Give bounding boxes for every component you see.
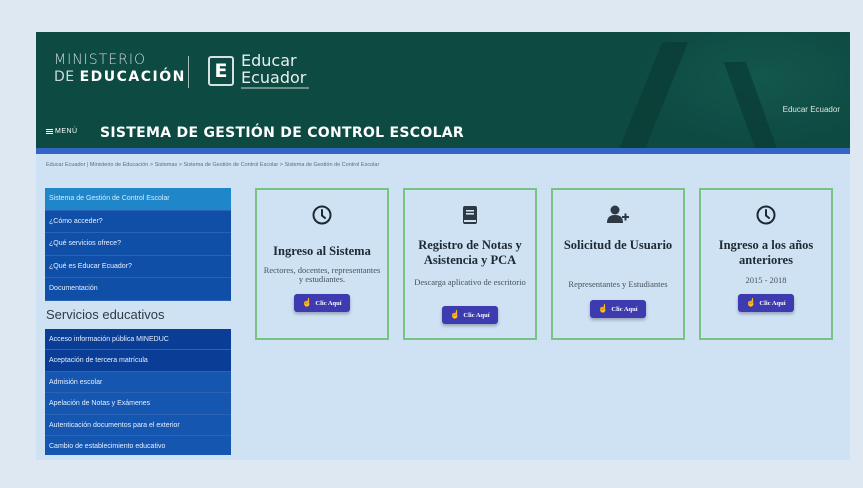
sidebar-item-documentacion[interactable]: Documentación (45, 278, 231, 301)
card-title: Registro de Notas y Asistencia y PCA (418, 238, 522, 267)
card-solicitud-usuario: Solicitud de Usuario Representantes y Es… (551, 188, 685, 340)
logo-divider (188, 56, 189, 88)
hand-pointer-icon: ☝ (450, 310, 461, 319)
site-header: MINISTERIO DE EDUCACIÓN E Educar Ecuador… (36, 32, 850, 148)
educar-ecuador-logo[interactable]: Educar Ecuador (241, 52, 309, 89)
page: MINISTERIO DE EDUCACIÓN E Educar Ecuador… (36, 32, 850, 460)
card-description: Descarga aplicativo de escritorio (414, 277, 526, 287)
sidebar-item-servicios[interactable]: ¿Qué servicios ofrece? (45, 233, 231, 256)
button-label: Clic Aquí (315, 299, 342, 307)
user-add-icon (553, 204, 683, 228)
button-label: Clic Aquí (759, 299, 786, 307)
card-title: Solicitud de Usuario (563, 238, 673, 252)
ministerio-logo-line2: DE EDUCACIÓN (54, 69, 186, 85)
clock-icon (701, 204, 831, 228)
sidebar-item-como-acceder[interactable]: ¿Cómo acceder? (45, 210, 231, 233)
hand-pointer-icon: ☝ (598, 304, 609, 313)
services-heading: Servicios educativos (45, 300, 231, 329)
menu-label: MENÚ (55, 128, 78, 135)
button-label: Clic Aquí (611, 305, 638, 313)
menu-bar: MENÚ SISTEMA DE GESTIÓN DE CONTROL ESCOL… (36, 120, 850, 148)
service-item-cambio-establecimiento[interactable]: Cambio de establecimiento educativo (45, 436, 231, 455)
educar-logo-line2: Ecuador (241, 68, 307, 87)
breadcrumb[interactable]: Educar Ecuador | Ministerio de Educación… (46, 162, 379, 168)
clic-aqui-button[interactable]: ☝ Clic Aquí (294, 294, 350, 312)
book-icon (405, 204, 535, 228)
clic-aqui-button[interactable]: ☝ Clic Aquí (738, 294, 794, 312)
card-title: Ingreso a los años anteriores (718, 238, 814, 267)
card-title: Ingreso al Sistema (273, 244, 371, 258)
educar-logo-tagline (241, 87, 309, 89)
service-item-tercera-matricula[interactable]: Aceptación de tercera matrícula (45, 350, 231, 372)
ministerio-logo-line1: MINISTERIO (54, 52, 146, 68)
accent-bar (36, 148, 850, 154)
services-list[interactable]: Acceso información pública MINEDUC Acept… (45, 328, 231, 455)
service-item-autenticacion[interactable]: Autenticación documentos para el exterio… (45, 414, 231, 436)
sidebar: Sistema de Gestión de Control Escolar ¿C… (45, 188, 231, 455)
sidebar-item-que-es[interactable]: ¿Qué es Educar Ecuador? (45, 255, 231, 278)
card-description: Representantes y Estudiantes (568, 279, 668, 289)
card-description: Rectores, docentes, representantes y est… (263, 265, 381, 284)
clock-icon (257, 204, 387, 228)
card-anios-anteriores: Ingreso a los años anteriores 2015 - 201… (699, 188, 833, 340)
service-item-admision[interactable]: Admisión escolar (45, 371, 231, 393)
page-title: SISTEMA DE GESTIÓN DE CONTROL ESCOLAR (100, 125, 465, 141)
hamburger-icon (46, 129, 53, 134)
service-item-acceso-informacion[interactable]: Acceso información pública MINEDUC (45, 328, 231, 350)
service-item-apelacion[interactable]: Apelación de Notas y Exámenes (45, 393, 231, 415)
educar-logo-icon[interactable]: E (208, 56, 234, 86)
hand-pointer-icon: ☝ (302, 298, 313, 307)
educar-logo-line1: Educar (241, 51, 297, 70)
clic-aqui-button[interactable]: ☝ Clic Aquí (590, 300, 646, 318)
ministerio-logo[interactable]: MINISTERIO DE EDUCACIÓN (54, 52, 186, 86)
clic-aqui-button[interactable]: ☝ Clic Aquí (442, 306, 498, 324)
card-registro-notas: Registro de Notas y Asistencia y PCA Des… (403, 188, 537, 340)
hand-pointer-icon: ☝ (746, 298, 757, 307)
card-description: 2015 - 2018 (745, 275, 787, 285)
button-label: Clic Aquí (463, 311, 490, 319)
card-ingreso-sistema: Ingreso al Sistema Rectores, docentes, r… (255, 188, 389, 340)
sidebar-item-sistema[interactable]: Sistema de Gestión de Control Escolar (45, 188, 231, 211)
menu-button[interactable]: MENÚ (46, 128, 78, 135)
educar-ecuador-link[interactable]: Educar Ecuador (783, 105, 840, 114)
